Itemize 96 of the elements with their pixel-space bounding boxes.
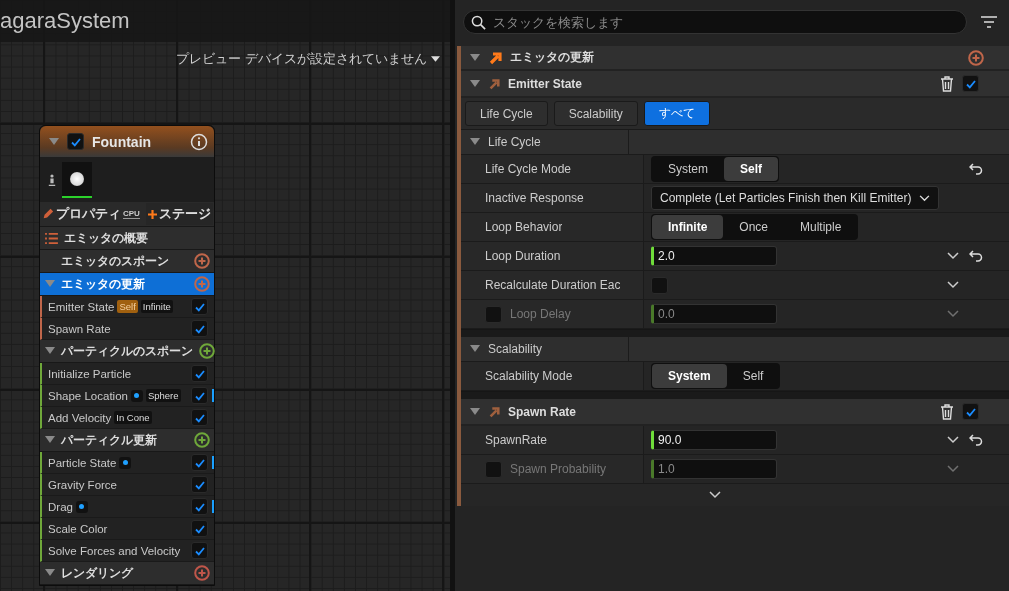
segment-option[interactable]: Self (726, 364, 780, 388)
chevron-icon[interactable] (947, 281, 959, 289)
module-checkbox[interactable] (191, 542, 208, 559)
module-checkbox[interactable] (191, 454, 208, 471)
reset-icon[interactable] (969, 163, 983, 175)
collapse-arrow-icon[interactable] (45, 569, 55, 577)
module-checkbox[interactable] (191, 476, 208, 493)
properties-button[interactable]: プロパティ (41, 205, 122, 223)
emitter-node[interactable] (39, 125, 215, 586)
module-checkbox[interactable] (191, 365, 208, 382)
chevron-icon (919, 194, 931, 202)
stage-arrow-icon (488, 50, 502, 65)
collapse-arrow-icon[interactable] (470, 407, 480, 416)
module-checkbox[interactable] (191, 498, 208, 515)
module-checkbox[interactable] (191, 298, 208, 315)
stage-header[interactable]: レンダリング (40, 562, 214, 585)
property-label: Loop Duration (485, 249, 561, 263)
chevron-icon[interactable] (947, 436, 959, 444)
sim-target-label: CPU (123, 209, 140, 219)
emitter-thumbnail[interactable] (62, 161, 92, 198)
module-checkbox[interactable] (191, 387, 208, 404)
module-checkbox[interactable] (962, 75, 979, 92)
add-icon[interactable] (194, 565, 210, 581)
caret-icon (431, 56, 440, 62)
number-field[interactable]: 2.0 (651, 246, 777, 266)
reset-icon[interactable] (969, 250, 983, 262)
property-label: Loop Behavior (485, 220, 563, 234)
module-title: Spawn Rate (508, 404, 576, 419)
add-stage-button[interactable]: ステージ (146, 203, 213, 225)
module-tag: Sphere (145, 389, 181, 402)
property-label: Recalculate Duration Eac (485, 278, 621, 292)
collapse-arrow-icon[interactable] (470, 79, 480, 88)
segment-option[interactable]: Infinite (652, 215, 724, 239)
property-label: Loop Delay (510, 307, 571, 321)
category-title: Life Cycle (488, 135, 541, 149)
segment-option[interactable]: Self (724, 157, 779, 181)
stage-header[interactable]: パーティクルのスポーン (40, 340, 214, 363)
chevron-icon[interactable] (947, 252, 959, 260)
dropdown[interactable]: Complete (Let Particles Finish then Kill Emitter) (651, 186, 940, 210)
filter-tab[interactable]: Scalability (553, 101, 638, 126)
property-label: Scalability Mode (485, 369, 573, 383)
property-label: Life Cycle Mode (485, 162, 572, 176)
list-icon (45, 232, 58, 244)
stage-header[interactable]: パーティクル更新 (40, 429, 214, 452)
stage-header[interactable]: エミッタのスポーン (40, 250, 214, 273)
module-tag: In Cone (114, 411, 152, 424)
segment-option[interactable]: System (652, 364, 727, 388)
collapse-arrow-icon[interactable] (470, 138, 480, 146)
delete-icon[interactable] (940, 403, 954, 420)
module-title: Emitter State (508, 76, 583, 91)
module-arrow-icon (488, 405, 500, 418)
module-checkbox[interactable] (191, 409, 208, 426)
delete-icon[interactable] (940, 75, 954, 92)
graph-title: agaraSystem (0, 8, 130, 34)
segment-option[interactable]: System (652, 157, 724, 181)
add-icon[interactable] (199, 343, 215, 359)
person-icon[interactable] (48, 172, 56, 187)
segment-option[interactable]: Multiple (784, 215, 858, 239)
collapse-arrow-icon[interactable] (49, 137, 59, 146)
category-title: Scalability (488, 342, 543, 356)
add-icon[interactable] (968, 49, 984, 66)
module-tag: Self (117, 300, 138, 313)
add-icon[interactable] (194, 432, 210, 448)
module-name[interactable]: Add Velocity (48, 411, 112, 424)
property-label: Spawn Probability (510, 462, 607, 476)
info-icon[interactable] (190, 132, 208, 151)
number-field[interactable]: 90.0 (651, 430, 777, 450)
filter-icon[interactable] (981, 16, 997, 28)
enable-checkbox[interactable] (67, 133, 84, 150)
filter-tab[interactable]: すべて (643, 101, 710, 126)
segment-option[interactable]: Once (723, 215, 784, 239)
preview-device-dropdown[interactable]: プレビュー デバイスが設定されていません (176, 50, 440, 68)
module-checkbox[interactable] (191, 320, 208, 337)
section-title: エミッタの更新 (510, 49, 594, 66)
property-checkbox[interactable] (651, 276, 668, 294)
module-tag: Infinite (140, 300, 173, 313)
pencil-icon (42, 208, 54, 220)
reset-icon[interactable] (969, 434, 983, 446)
collapse-arrow-icon[interactable] (45, 436, 55, 444)
add-icon[interactable] (194, 253, 210, 269)
module-name[interactable]: Shape Location (48, 389, 128, 402)
collapse-arrow-icon[interactable] (470, 345, 480, 353)
collapse-arrow-icon[interactable] (470, 53, 480, 62)
module-checkbox[interactable] (191, 520, 208, 537)
emitter-name: Fountain (92, 133, 153, 150)
plus-icon (148, 209, 157, 219)
module-name[interactable]: Emitter State (48, 300, 115, 313)
expand-icon[interactable] (709, 491, 721, 499)
module-name[interactable]: Drag (48, 500, 73, 513)
module-arrow-icon (488, 77, 500, 90)
collapse-arrow-icon[interactable] (45, 347, 55, 355)
filter-tab[interactable]: Life Cycle (465, 101, 548, 126)
search-field[interactable]: スタックを検索します (463, 10, 967, 34)
property-label: Inactive Response (485, 191, 584, 205)
property-label: SpawnRate (485, 433, 548, 447)
module-checkbox[interactable] (962, 403, 979, 420)
